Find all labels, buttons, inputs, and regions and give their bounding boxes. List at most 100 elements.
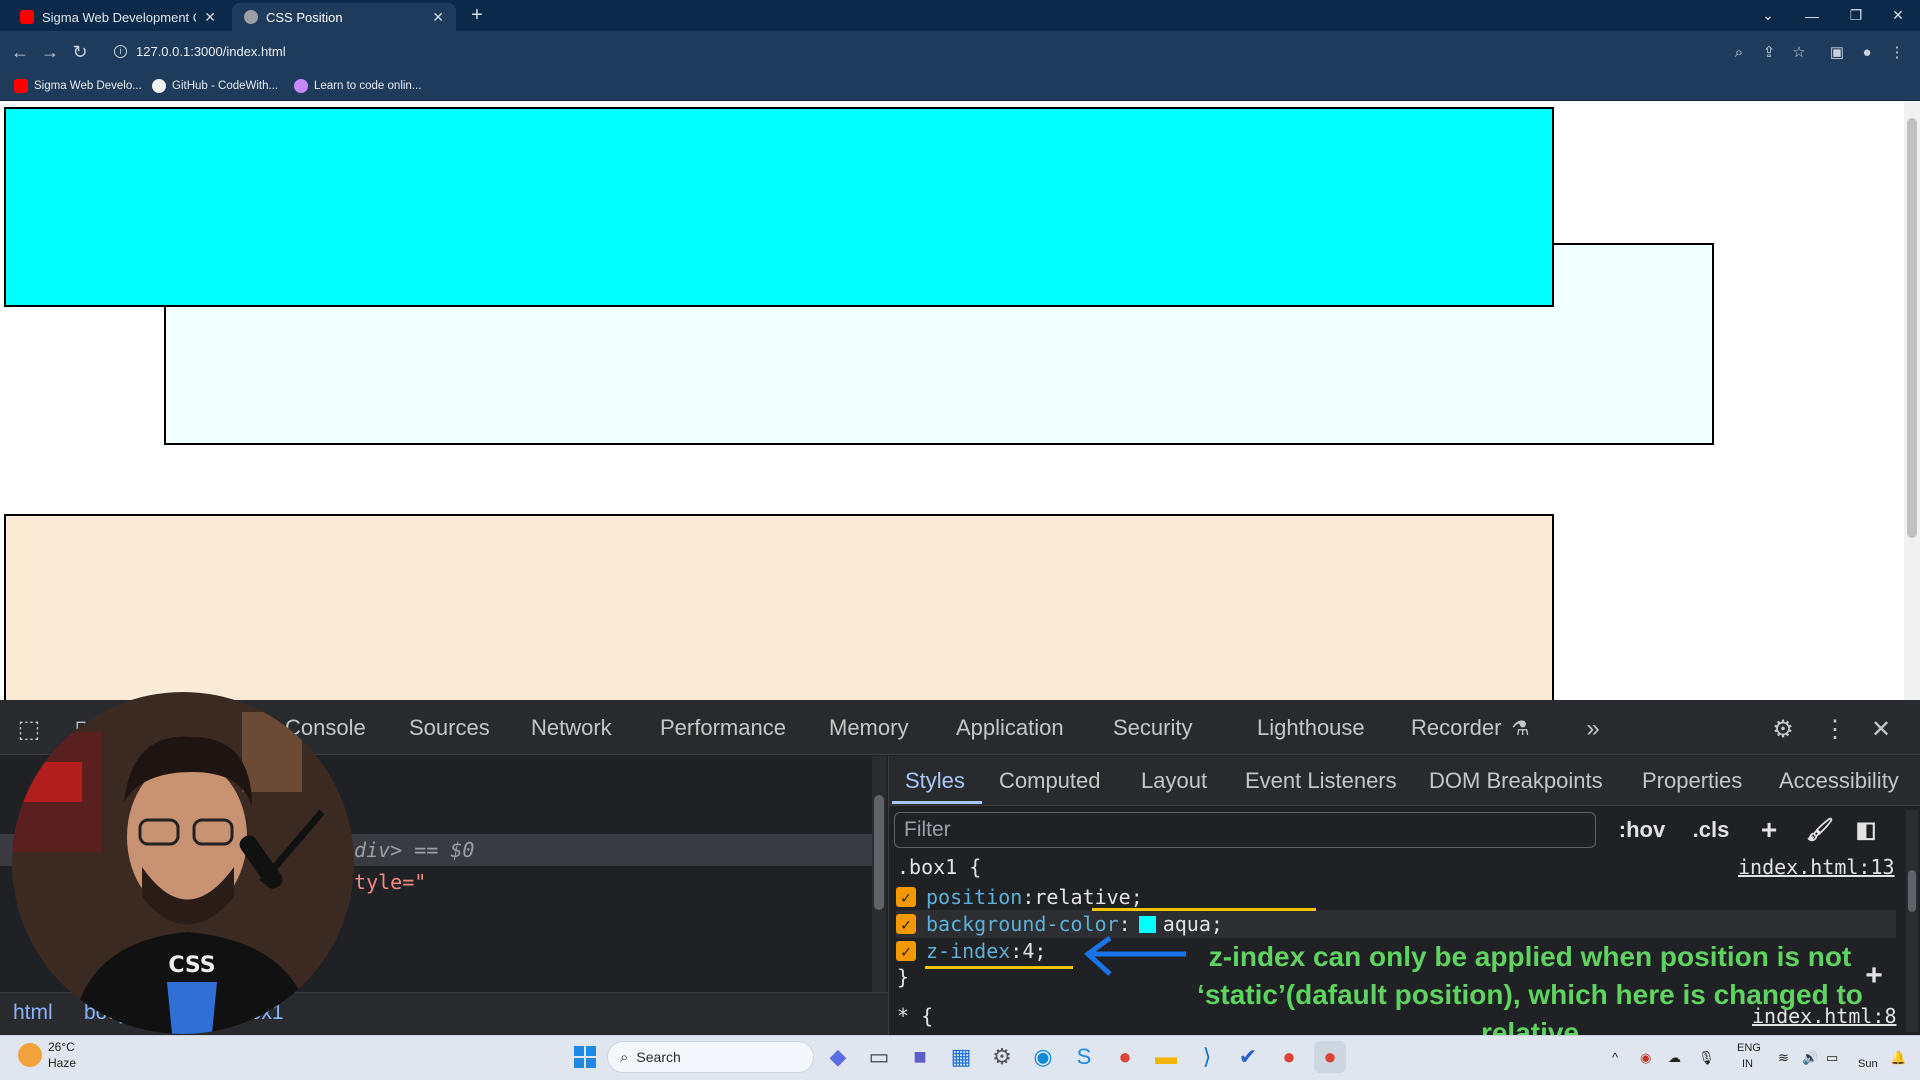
tab-recorder[interactable]: Recorder ⚗: [1411, 712, 1529, 744]
chrome-profile-icon[interactable]: ●: [1273, 1041, 1305, 1073]
rule-source-link[interactable]: index.html:13: [1738, 855, 1895, 879]
share-icon[interactable]: ⇪: [1758, 41, 1780, 63]
page-scroll-thumb[interactable]: [1907, 118, 1917, 538]
hover-state-button[interactable]: :hov: [1614, 814, 1670, 846]
bookmark-learn[interactable]: Learn to code onlin...: [294, 77, 421, 95]
tab-memory[interactable]: Memory: [829, 712, 908, 744]
tab-layout[interactable]: Layout: [1141, 765, 1207, 797]
vscode-icon[interactable]: ⟩: [1191, 1041, 1223, 1073]
notification-bell-icon[interactable]: 🔔: [1890, 1050, 1906, 1066]
settings-gear-icon[interactable]: ⚙: [1766, 712, 1800, 746]
address-bar[interactable]: i 127.0.0.1:3000/index.html: [104, 37, 1744, 66]
tab-dom-breakpoints[interactable]: DOM Breakpoints: [1429, 765, 1603, 797]
calendar-icon[interactable]: ▦: [945, 1041, 977, 1073]
tab-lighthouse[interactable]: Lighthouse: [1257, 712, 1365, 744]
property-name[interactable]: background-color: [926, 912, 1119, 936]
color-swatch[interactable]: [1138, 915, 1156, 933]
tab-sigma[interactable]: Sigma Web Development Cours ✕: [8, 3, 228, 31]
tab-title: CSS Position: [266, 9, 343, 25]
region-code[interactable]: IN: [1742, 1058, 1753, 1070]
property-name[interactable]: z-index: [926, 939, 1010, 963]
new-rule-icon[interactable]: +: [1752, 814, 1786, 846]
windows-start-icon[interactable]: [569, 1041, 601, 1073]
bookmark-label: Learn to code onlin...: [314, 80, 422, 92]
url-text: 127.0.0.1:3000/index.html: [136, 44, 286, 59]
styles-filter-input[interactable]: Filter: [894, 812, 1596, 848]
copilot-icon[interactable]: ◆: [822, 1041, 854, 1073]
site-info-icon[interactable]: i: [114, 45, 127, 58]
tab-accessibility[interactable]: Accessibility: [1779, 765, 1899, 797]
new-tab-button[interactable]: +: [460, 0, 494, 31]
tab-application[interactable]: Application: [956, 712, 1064, 744]
breadcrumb-html[interactable]: html: [13, 1001, 53, 1025]
devtools-menu-icon[interactable]: ⋮: [1818, 712, 1852, 746]
show-hidden-icons[interactable]: ^: [1612, 1050, 1618, 1065]
close-window-button[interactable]: ✕: [1876, 0, 1920, 31]
class-toggle-button[interactable]: .cls: [1683, 814, 1739, 846]
zoom-icon[interactable]: ⌕: [1728, 41, 1750, 63]
close-devtools-icon[interactable]: ✕: [1864, 712, 1898, 746]
close-tab-icon[interactable]: ✕: [432, 9, 444, 26]
bookmark-github[interactable]: GitHub - CodeWith...: [152, 77, 278, 95]
selected-node-text: /div> == $0: [342, 838, 475, 862]
toggle-sidebar-icon[interactable]: ◧: [1849, 814, 1883, 846]
skype-icon[interactable]: S: [1068, 1041, 1100, 1073]
battery-icon[interactable]: ▭: [1826, 1050, 1838, 1066]
minimize-button[interactable]: —: [1790, 0, 1834, 31]
back-icon[interactable]: ←: [7, 39, 33, 65]
weather-desc[interactable]: Haze: [48, 1056, 76, 1070]
settings-icon[interactable]: ⚙: [986, 1041, 1018, 1073]
tab-search-icon[interactable]: ⌄: [1746, 0, 1790, 31]
chrome-dev-icon[interactable]: ●: [1314, 1041, 1346, 1073]
tab-security[interactable]: Security: [1113, 712, 1192, 744]
tab-sources[interactable]: Sources: [409, 712, 490, 744]
forward-icon[interactable]: →: [37, 39, 63, 65]
volume-icon[interactable]: 🔊: [1802, 1050, 1818, 1066]
tab-event-listeners[interactable]: Event Listeners: [1245, 765, 1397, 797]
styles-scrollbar[interactable]: [1906, 810, 1918, 1032]
declaration-z-index: ✓ z-index: 4;: [896, 937, 1046, 965]
teams-chat-icon[interactable]: ■: [904, 1041, 936, 1073]
styles-scroll-thumb[interactable]: [1908, 870, 1916, 912]
language-code[interactable]: ENG: [1737, 1042, 1761, 1054]
inspect-element-icon[interactable]: ⬚: [12, 712, 46, 746]
restore-button[interactable]: ❐: [1834, 0, 1878, 31]
reload-icon[interactable]: ↻: [67, 39, 93, 65]
app-tray-icon[interactable]: ◉: [1640, 1050, 1651, 1066]
tab-network[interactable]: Network: [531, 712, 612, 744]
more-tabs-icon[interactable]: »: [1576, 712, 1610, 746]
checkbox-icon[interactable]: ✓: [896, 914, 916, 934]
checkbox-icon[interactable]: ✓: [896, 887, 916, 907]
weather-icon[interactable]: [18, 1043, 42, 1067]
attribute-text: style=": [342, 870, 427, 894]
tab-computed[interactable]: Computed: [999, 765, 1101, 797]
file-explorer-icon[interactable]: ▬: [1150, 1041, 1182, 1073]
task-view-icon[interactable]: ▭: [863, 1041, 895, 1073]
menu-icon[interactable]: ⋮: [1886, 41, 1908, 63]
tab-css-position[interactable]: CSS Position ✕: [232, 3, 456, 31]
property-value[interactable]: relative;: [1034, 885, 1142, 909]
taskbar-search[interactable]: ⌕ Search: [607, 1041, 814, 1073]
profile-icon[interactable]: ●: [1856, 41, 1878, 63]
date-day[interactable]: Sun: [1858, 1058, 1878, 1070]
paint-brush-icon[interactable]: 🖌: [1803, 814, 1837, 846]
mic-icon[interactable]: 🎙: [1698, 1050, 1715, 1066]
checkbox-icon[interactable]: ✓: [896, 941, 916, 961]
bookmark-sigma[interactable]: Sigma Web Develo...: [14, 77, 142, 95]
property-name[interactable]: position: [926, 885, 1022, 909]
weather-temp[interactable]: 26°C: [48, 1040, 75, 1054]
elements-scroll-thumb[interactable]: [874, 795, 884, 910]
property-value[interactable]: aqua;: [1163, 912, 1223, 936]
tab-styles[interactable]: Styles: [905, 765, 965, 797]
onedrive-icon[interactable]: ☁: [1668, 1050, 1681, 1066]
wifi-icon[interactable]: ≋: [1778, 1050, 1789, 1066]
side-panel-icon[interactable]: ▣: [1826, 41, 1848, 63]
todo-icon[interactable]: ✔: [1232, 1041, 1264, 1073]
edge-icon[interactable]: ◉: [1027, 1041, 1059, 1073]
tab-properties[interactable]: Properties: [1642, 765, 1742, 797]
tab-performance[interactable]: Performance: [660, 712, 786, 744]
close-tab-icon[interactable]: ✕: [204, 9, 216, 26]
bookmark-star-icon[interactable]: ☆: [1788, 41, 1810, 63]
property-value[interactable]: 4;: [1022, 939, 1046, 963]
chrome-icon[interactable]: ●: [1109, 1041, 1141, 1073]
